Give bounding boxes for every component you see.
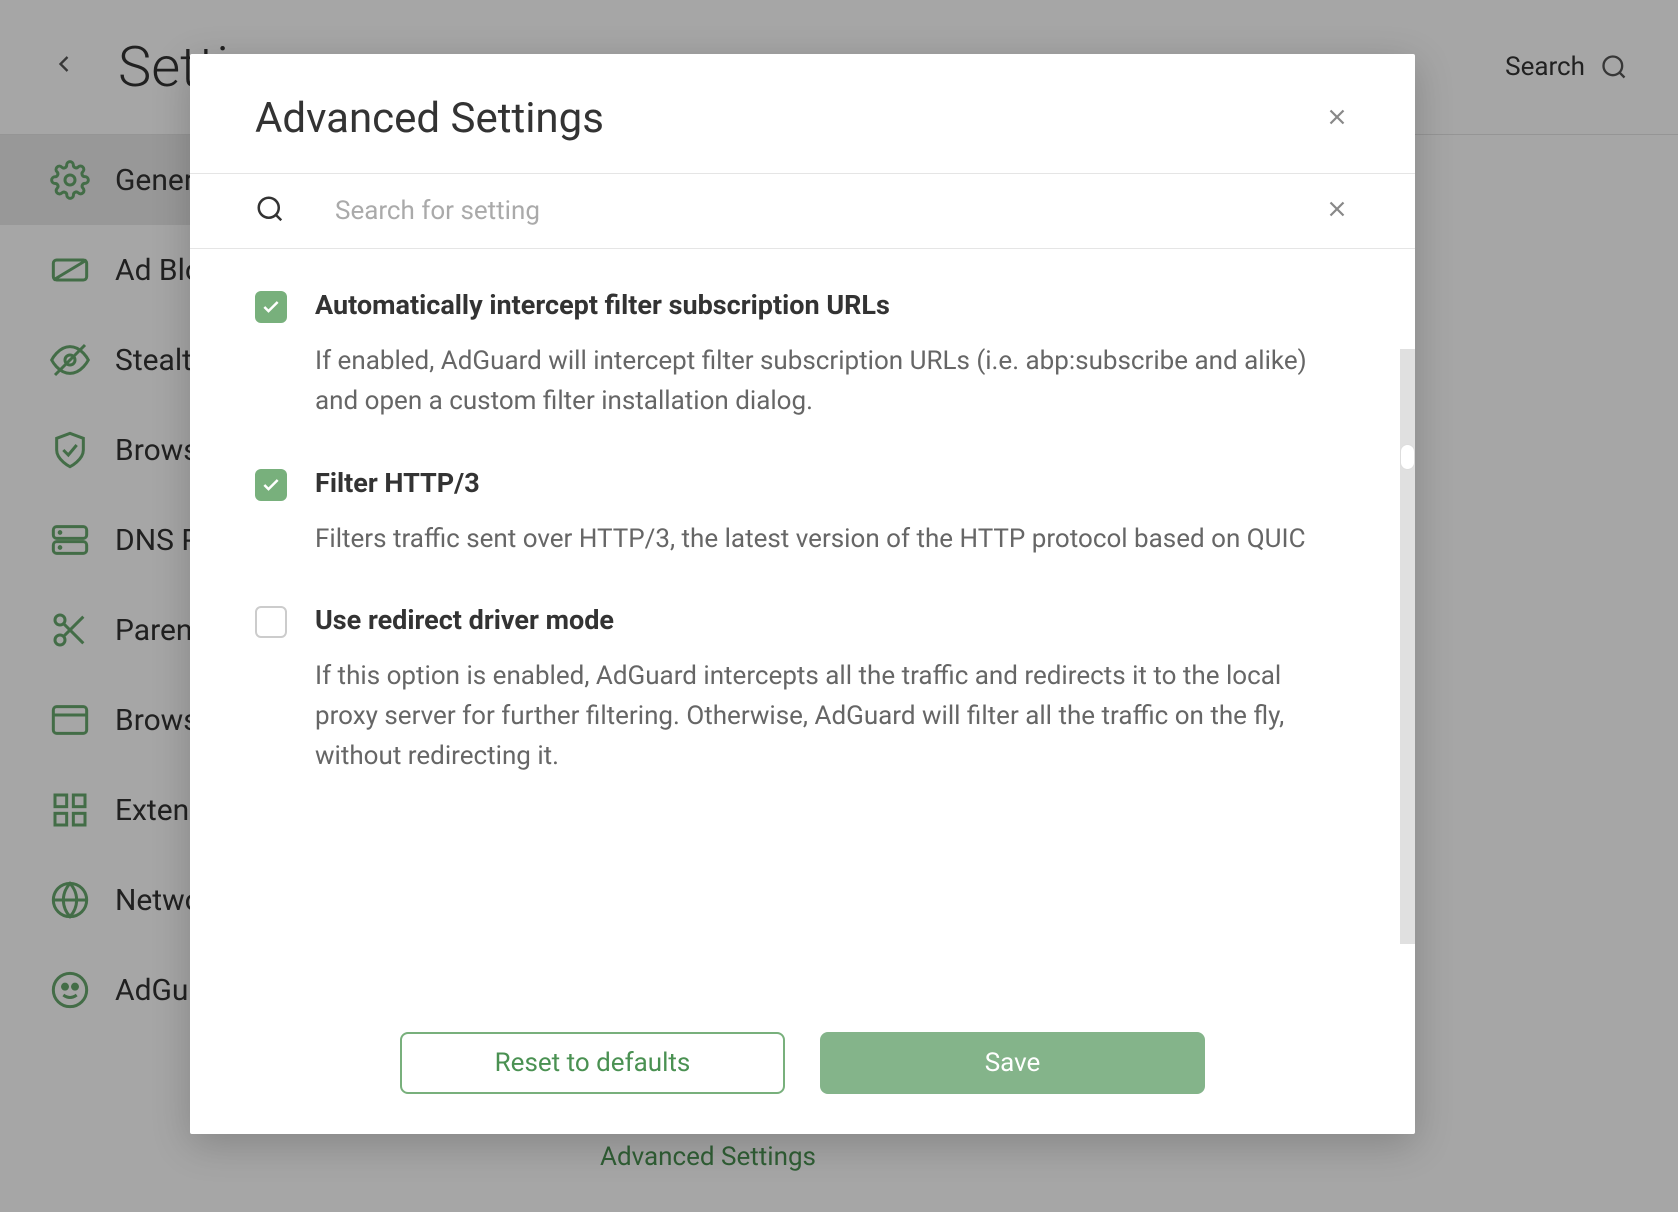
close-icon: [1324, 104, 1350, 130]
modal-search-bar: [190, 174, 1415, 249]
advanced-settings-modal: Advanced Settings Automatically intercep…: [190, 54, 1415, 1134]
search-icon: [255, 194, 285, 228]
setting-content: Automatically intercept filter subscript…: [315, 289, 1350, 422]
setting-description: If enabled, AdGuard will intercept filte…: [315, 341, 1350, 422]
checkbox-intercept-urls[interactable]: [255, 291, 287, 323]
setting-title: Filter HTTP/3: [315, 467, 1350, 499]
setting-row-filter-http3: Filter HTTP/3 Filters traffic sent over …: [255, 467, 1350, 559]
setting-row-redirect-driver: Use redirect driver mode If this option …: [255, 604, 1350, 777]
settings-search-input[interactable]: [335, 196, 1274, 226]
checkbox-redirect-driver[interactable]: [255, 606, 287, 638]
setting-content: Filter HTTP/3 Filters traffic sent over …: [315, 467, 1350, 559]
setting-content: Use redirect driver mode If this option …: [315, 604, 1350, 777]
modal-close-button[interactable]: [1324, 100, 1350, 138]
setting-description: Filters traffic sent over HTTP/3, the la…: [315, 519, 1350, 559]
setting-row-intercept-urls: Automatically intercept filter subscript…: [255, 289, 1350, 422]
setting-description: If this option is enabled, AdGuard inter…: [315, 656, 1350, 777]
checkbox-filter-http3[interactable]: [255, 469, 287, 501]
setting-title: Automatically intercept filter subscript…: [315, 289, 1350, 321]
close-icon: [1324, 196, 1350, 222]
clear-search-button[interactable]: [1324, 196, 1350, 226]
check-icon: [261, 475, 281, 495]
reset-to-defaults-button[interactable]: Reset to defaults: [400, 1032, 785, 1094]
save-button[interactable]: Save: [820, 1032, 1205, 1094]
check-icon: [261, 297, 281, 317]
modal-header: Advanced Settings: [190, 54, 1415, 174]
modal-body: Automatically intercept filter subscript…: [190, 249, 1415, 1012]
modal-title: Advanced Settings: [255, 94, 604, 143]
modal-footer: Reset to defaults Save: [190, 1012, 1415, 1134]
setting-title: Use redirect driver mode: [315, 604, 1350, 636]
